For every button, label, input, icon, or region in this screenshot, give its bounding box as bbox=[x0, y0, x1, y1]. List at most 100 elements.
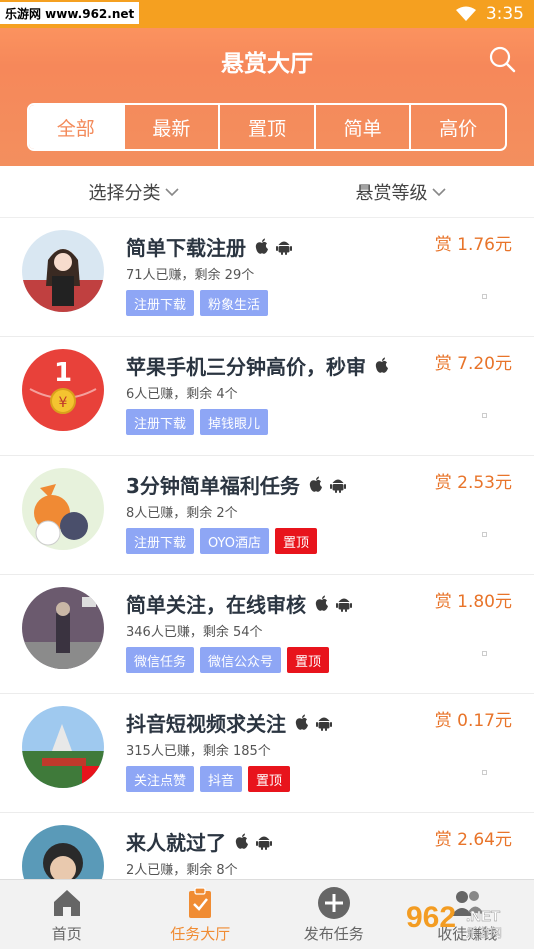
task-title: 来人就过了 bbox=[126, 827, 272, 856]
avatar bbox=[22, 230, 104, 312]
svg-text:962: 962 bbox=[406, 901, 456, 934]
task-item[interactable]: 简单关注，在线审核 346人已赚，剩余 54个 微信任务 微信公众号 置顶 赏 1.80元 bbox=[0, 575, 534, 694]
reward-amount: 赏 2.64元 bbox=[434, 830, 512, 850]
task-tags: 关注点赞 抖音 置顶 bbox=[126, 766, 291, 792]
tag: 抖音 bbox=[200, 766, 243, 792]
task-stats: 6人已赚，剩余 4个 bbox=[126, 387, 238, 402]
avatar bbox=[22, 587, 104, 669]
tag: 微信公众号 bbox=[200, 647, 282, 673]
reward-amount: 赏 1.76元 bbox=[434, 235, 512, 255]
nav-clipboard-check[interactable]: 任务大厅 bbox=[134, 880, 268, 949]
android-icon bbox=[329, 479, 346, 493]
task-stats: 346人已赚，剩余 54个 bbox=[126, 625, 263, 640]
task-tags: 注册下载 粉象生活 bbox=[126, 290, 269, 316]
tag: 注册下载 bbox=[126, 528, 195, 554]
category-filter[interactable]: 选择分类 bbox=[0, 166, 267, 217]
avatar bbox=[22, 706, 104, 788]
task-stats: 2人已赚，剩余 8个 bbox=[126, 863, 238, 878]
tag: 关注点赞 bbox=[126, 766, 195, 792]
apple-icon bbox=[315, 595, 328, 611]
watermark-label: 乐游网 www.962.net bbox=[0, 2, 140, 24]
apple-icon bbox=[235, 833, 248, 849]
task-stats: 8人已赚，剩余 2个 bbox=[126, 506, 238, 521]
watermark-logo: 962 .NET 乐游网 bbox=[406, 901, 502, 940]
task-title: 简单关注，在线审核 bbox=[126, 589, 352, 618]
more-indicator bbox=[482, 651, 487, 656]
filter-bar: 选择分类 悬赏等级 bbox=[0, 166, 534, 218]
more-indicator bbox=[482, 532, 487, 537]
nav-label: 任务大厅 bbox=[170, 924, 231, 943]
task-list: 简单下载注册 71人已赚，剩余 29个 注册下载 粉象生活赏 1.76元 ¥1 苹果手机三… bbox=[0, 218, 534, 932]
avatar bbox=[22, 468, 104, 550]
task-title: 3分钟简单福利任务 bbox=[126, 470, 346, 499]
tag: 掉钱眼儿 bbox=[200, 409, 269, 435]
search-icon[interactable] bbox=[488, 45, 516, 73]
platform-icons bbox=[308, 476, 346, 493]
task-title: 抖音短视频求关注 bbox=[126, 708, 332, 737]
nav-label: 首页 bbox=[51, 924, 82, 943]
tab-4[interactable]: 高价 bbox=[409, 105, 505, 149]
apple-icon bbox=[295, 714, 308, 730]
nav-plus-circle[interactable]: 发布任务 bbox=[267, 880, 401, 949]
android-icon bbox=[276, 241, 292, 255]
task-title-text: 简单下载注册 bbox=[126, 236, 246, 260]
nav-home[interactable]: 首页 bbox=[0, 880, 134, 949]
task-tags: 注册下载 OYO酒店 置顶 bbox=[126, 528, 318, 554]
tab-2[interactable]: 置顶 bbox=[218, 105, 314, 149]
task-tags: 注册下载 掉钱眼儿 bbox=[126, 409, 269, 435]
task-title-text: 苹果手机三分钟高价，秒审 bbox=[126, 355, 366, 379]
svg-text:乐游网: 乐游网 bbox=[466, 926, 502, 940]
tag: OYO酒店 bbox=[200, 528, 269, 554]
clipboard-check-icon bbox=[189, 886, 212, 918]
reward-amount: 赏 2.53元 bbox=[434, 473, 512, 493]
tab-1[interactable]: 最新 bbox=[122, 105, 219, 149]
apple-icon bbox=[255, 238, 268, 254]
platform-icons bbox=[234, 833, 272, 850]
task-item[interactable]: ¥1 苹果手机三分钟高价，秒审 6人已赚，剩余 4个注册下载 掉钱眼儿 赏 7.20元 bbox=[0, 337, 534, 456]
category-tabs: 全部 最新 置顶 简单 高价 bbox=[27, 103, 507, 151]
home-icon bbox=[53, 889, 80, 916]
task-title-text: 来人就过了 bbox=[126, 831, 226, 855]
apple-icon bbox=[375, 357, 388, 373]
tag: 粉象生活 bbox=[200, 290, 269, 316]
tag: 注册下载 bbox=[126, 290, 195, 316]
tag: 微信任务 bbox=[126, 647, 195, 673]
tab-3[interactable]: 简单 bbox=[313, 105, 410, 149]
task-item[interactable]: 抖音短视频求关注 315人已赚，剩余 185个 关注点赞 抖音 置顶 赏 0.17元 bbox=[0, 694, 534, 813]
avatar: ¥1 bbox=[22, 349, 104, 431]
chevron-down-icon bbox=[431, 187, 446, 196]
status-time: 3:35 bbox=[485, 4, 524, 24]
svg-text:.NET: .NET bbox=[466, 908, 500, 925]
task-title-text: 抖音短视频求关注 bbox=[126, 712, 286, 736]
plus-circle-icon bbox=[317, 886, 350, 919]
android-icon bbox=[256, 836, 272, 850]
chevron-down-icon bbox=[164, 187, 179, 196]
pinned-badge: 置顶 bbox=[287, 647, 330, 673]
svg-text:1: 1 bbox=[54, 358, 72, 388]
task-title-text: 简单关注，在线审核 bbox=[126, 593, 306, 617]
page-title: 悬赏大厅 bbox=[221, 51, 313, 77]
tag: 注册下载 bbox=[126, 409, 195, 435]
pinned-badge: 置顶 bbox=[248, 766, 291, 792]
svg-text:¥: ¥ bbox=[59, 395, 68, 411]
task-title: 苹果手机三分钟高价，秒审 bbox=[126, 351, 390, 380]
platform-icons bbox=[254, 238, 292, 255]
pinned-badge: 置顶 bbox=[275, 528, 318, 554]
reward-amount: 赏 7.20元 bbox=[434, 354, 512, 374]
filter-label: 悬赏等级 bbox=[355, 182, 428, 204]
task-item[interactable]: 简单下载注册 71人已赚，剩余 29个 注册下载 粉象生活 赏 1.76元 bbox=[0, 218, 534, 337]
status-bar: 乐游网 www.962.net 3:35 bbox=[0, 0, 534, 28]
task-item[interactable]: 3分钟简单福利任务 8人已赚，剩余 2个注册下载 OYO酒店 置顶 赏 2.53元 bbox=[0, 456, 534, 575]
more-indicator bbox=[482, 413, 487, 418]
more-indicator bbox=[482, 770, 487, 775]
task-title: 简单下载注册 bbox=[126, 232, 292, 261]
reward-level-filter[interactable]: 悬赏等级 bbox=[267, 166, 534, 217]
task-tags: 微信任务 微信公众号 置顶 bbox=[126, 647, 330, 673]
wifi-icon bbox=[455, 6, 476, 21]
tab-0[interactable]: 全部 bbox=[29, 105, 123, 149]
apple-icon bbox=[309, 476, 322, 492]
android-icon bbox=[316, 717, 332, 731]
task-title-text: 3分钟简单福利任务 bbox=[126, 474, 300, 498]
platform-icons bbox=[294, 714, 332, 731]
nav-label: 发布任务 bbox=[303, 924, 364, 943]
